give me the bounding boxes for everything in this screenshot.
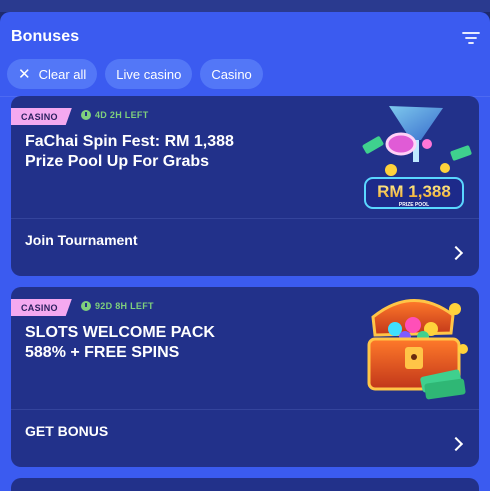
chip-live-casino[interactable]: Live casino <box>105 59 193 89</box>
time-left: 92D 8H LEFT <box>81 301 154 311</box>
chevron-right-icon[interactable] <box>448 245 464 261</box>
chip-label: Clear all <box>38 66 87 82</box>
bonus-card[interactable]: CASINO 92D 8H LEFT SLOTS WELCOME PACK 58… <box>11 287 479 467</box>
category-badge: CASINO <box>11 299 72 316</box>
prize-caption-text: PRIZE POOL <box>399 202 429 208</box>
time-left: 4D 2H LEFT <box>81 110 149 120</box>
filter-chips: ✕ Clear all Live casino Casino <box>7 59 263 89</box>
category-badge: CASINO <box>11 108 72 125</box>
chevron-right-icon[interactable] <box>448 436 464 452</box>
top-strip <box>0 0 490 12</box>
panel-header: Bonuses <box>11 28 481 48</box>
bonus-card[interactable]: CASINO 4D 2H LEFT FaChai Spin Fest: RM 1… <box>11 96 479 276</box>
clear-all-chip[interactable]: ✕ Clear all <box>7 59 98 89</box>
prize-pool-art: RM 1,388 PRIZE POOL <box>355 98 473 216</box>
card-divider <box>11 409 479 410</box>
chip-casino[interactable]: Casino <box>200 59 263 89</box>
clock-icon <box>81 110 91 120</box>
chip-label: Live casino <box>116 66 182 82</box>
next-card-peek <box>11 478 479 491</box>
card-title: FaChai Spin Fest: RM 1,388 Prize Pool Up… <box>25 133 234 170</box>
timer-text: 4D 2H LEFT <box>95 110 149 120</box>
card-divider <box>11 218 479 219</box>
timer-text: 92D 8H LEFT <box>95 301 154 311</box>
card-title: SLOTS WELCOME PACK 588% + FREE SPINS <box>25 324 215 361</box>
page-title: Bonuses <box>11 28 80 45</box>
close-icon: ✕ <box>18 65 31 83</box>
chip-label: Casino <box>211 66 252 82</box>
clock-icon <box>81 301 91 311</box>
filter-icon[interactable] <box>461 28 481 48</box>
cta-label[interactable]: GET BONUS <box>25 423 108 439</box>
prize-amount-text: RM 1,388 <box>377 182 451 201</box>
treasure-chest-art <box>355 289 473 407</box>
cta-label[interactable]: Join Tournament <box>25 232 138 248</box>
